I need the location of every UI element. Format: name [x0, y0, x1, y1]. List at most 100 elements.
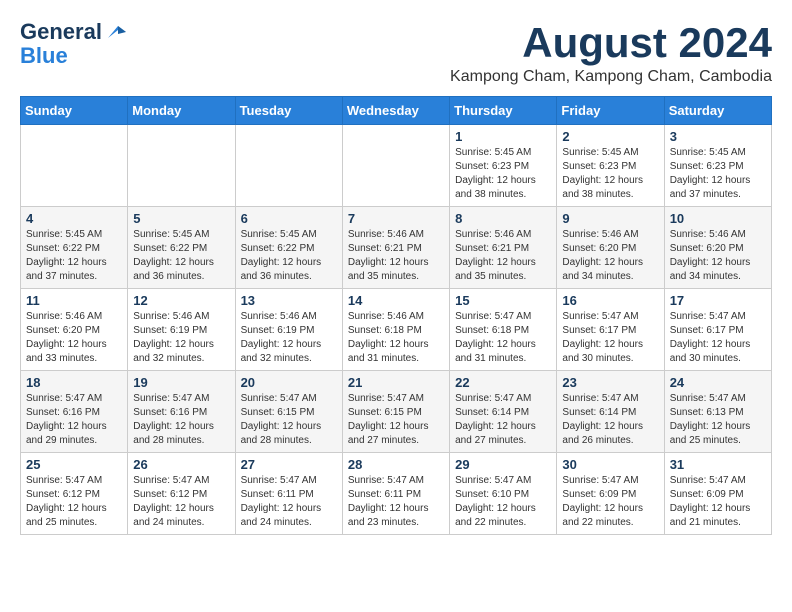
header-tuesday: Tuesday [235, 97, 342, 125]
day-number: 1 [455, 129, 551, 144]
day-number: 22 [455, 375, 551, 390]
calendar-cell: 7Sunrise: 5:46 AM Sunset: 6:21 PM Daylig… [342, 207, 449, 289]
day-number: 7 [348, 211, 444, 226]
day-number: 27 [241, 457, 337, 472]
calendar-cell: 11 Sunrise: 5:46 AM Sunset: 6:20 PM Dayli… [21, 289, 128, 371]
calendar-cell [235, 125, 342, 207]
day-number: 15 [455, 293, 551, 308]
calendar-table: SundayMondayTuesdayWednesdayThursdayFrid… [20, 96, 772, 535]
calendar-cell: 29 Sunrise: 5:47 AM Sunset: 6:10 PM Dayli… [450, 453, 557, 535]
day-info: Sunrise: 5:47 AM Sunset: 6:09 PM Dayligh… [670, 474, 766, 530]
calendar-cell [342, 125, 449, 207]
calendar-cell: 27 Sunrise: 5:47 AM Sunset: 6:11 PM Dayli… [235, 453, 342, 535]
calendar-cell: 13 Sunrise: 5:46 AM Sunset: 6:19 PM Dayli… [235, 289, 342, 371]
day-info: Sunrise: 5:47 AM Sunset: 6:11 PM Dayligh… [241, 474, 337, 530]
day-number: 21 [348, 375, 444, 390]
header-saturday: Saturday [664, 97, 771, 125]
day-number: 10 [670, 211, 766, 226]
day-number: 4 [26, 211, 122, 226]
day-info: Sunrise: 5:46 AM Sunset: 6:19 PM Dayligh… [241, 310, 337, 366]
day-info: Sunrise: 5:46 AM Sunset: 6:19 PM Dayligh… [133, 310, 229, 366]
day-number: 14 [348, 293, 444, 308]
calendar-body: 1 Sunrise: 5:45 AM Sunset: 6:23 PM Daylig… [21, 125, 772, 535]
day-info: Sunrise: 5:47 AM Sunset: 6:12 PM Dayligh… [26, 474, 122, 530]
day-info: Sunrise: 5:47 AM Sunset: 6:15 PM Dayligh… [348, 392, 444, 448]
calendar-cell [128, 125, 235, 207]
day-info: Sunrise: 5:46 AM Sunset: 6:20 PM Dayligh… [670, 228, 766, 284]
day-info: Sunrise: 5:47 AM Sunset: 6:15 PM Dayligh… [241, 392, 337, 448]
day-info: Sunrise: 5:45 AM Sunset: 6:23 PM Dayligh… [562, 146, 658, 202]
day-number: 3 [670, 129, 766, 144]
header: General Blue August 2024 Kampong Cham, K… [20, 20, 772, 86]
logo-general: General [20, 20, 102, 44]
day-number: 25 [26, 457, 122, 472]
logo-blue: Blue [20, 44, 68, 68]
calendar-cell: 16Sunrise: 5:47 AM Sunset: 6:17 PM Dayli… [557, 289, 664, 371]
day-number: 26 [133, 457, 229, 472]
calendar-cell: 26 Sunrise: 5:47 AM Sunset: 6:12 PM Dayli… [128, 453, 235, 535]
calendar-cell: 18Sunrise: 5:47 AM Sunset: 6:16 PM Dayli… [21, 371, 128, 453]
day-number: 31 [670, 457, 766, 472]
day-number: 20 [241, 375, 337, 390]
day-info: Sunrise: 5:46 AM Sunset: 6:18 PM Dayligh… [348, 310, 444, 366]
week-row-2: 4Sunrise: 5:45 AM Sunset: 6:22 PM Daylig… [21, 207, 772, 289]
calendar-cell: 28 Sunrise: 5:47 AM Sunset: 6:11 PM Dayli… [342, 453, 449, 535]
day-info: Sunrise: 5:46 AM Sunset: 6:21 PM Dayligh… [455, 228, 551, 284]
calendar-cell [21, 125, 128, 207]
calendar-cell: 19 Sunrise: 5:47 AM Sunset: 6:16 PM Dayli… [128, 371, 235, 453]
day-info: Sunrise: 5:47 AM Sunset: 6:18 PM Dayligh… [455, 310, 551, 366]
day-info: Sunrise: 5:47 AM Sunset: 6:16 PM Dayligh… [133, 392, 229, 448]
day-number: 13 [241, 293, 337, 308]
header-sunday: Sunday [21, 97, 128, 125]
header-monday: Monday [128, 97, 235, 125]
day-number: 2 [562, 129, 658, 144]
day-number: 6 [241, 211, 337, 226]
day-info: Sunrise: 5:47 AM Sunset: 6:10 PM Dayligh… [455, 474, 551, 530]
day-number: 11 [26, 293, 122, 308]
day-info: Sunrise: 5:47 AM Sunset: 6:14 PM Dayligh… [455, 392, 551, 448]
header-wednesday: Wednesday [342, 97, 449, 125]
logo-bird-icon [104, 24, 126, 40]
calendar-cell: 6Sunrise: 5:45 AM Sunset: 6:22 PM Daylig… [235, 207, 342, 289]
day-number: 8 [455, 211, 551, 226]
calendar-cell: 24 Sunrise: 5:47 AM Sunset: 6:13 PM Dayli… [664, 371, 771, 453]
day-info: Sunrise: 5:47 AM Sunset: 6:14 PM Dayligh… [562, 392, 658, 448]
logo: General Blue [20, 20, 126, 68]
calendar-cell: 10 Sunrise: 5:46 AM Sunset: 6:20 PM Dayli… [664, 207, 771, 289]
calendar-cell: 8 Sunrise: 5:46 AM Sunset: 6:21 PM Daylig… [450, 207, 557, 289]
day-number: 29 [455, 457, 551, 472]
week-row-5: 25 Sunrise: 5:47 AM Sunset: 6:12 PM Dayli… [21, 453, 772, 535]
calendar-cell: 9 Sunrise: 5:46 AM Sunset: 6:20 PM Daylig… [557, 207, 664, 289]
day-info: Sunrise: 5:47 AM Sunset: 6:09 PM Dayligh… [562, 474, 658, 530]
day-number: 19 [133, 375, 229, 390]
calendar-cell: 2 Sunrise: 5:45 AM Sunset: 6:23 PM Daylig… [557, 125, 664, 207]
week-row-4: 18 Sunrise: 5:47 AM Sunset: 6:16 PM Dayli… [21, 371, 772, 453]
calendar-cell: 21 Sunrise: 5:47 AM Sunset: 6:15 PM Dayli… [342, 371, 449, 453]
calendar-cell: 30 Sunrise: 5:47 AM Sunset: 6:09 PM Dayli… [557, 453, 664, 535]
calendar-cell: 25 Sunrise: 5:47 AM Sunset: 6:12 PM Dayli… [21, 453, 128, 535]
calendar-cell: 12Sunrise: 5:46 AM Sunset: 6:19 PM Dayli… [128, 289, 235, 371]
day-info: Sunrise: 5:46 AM Sunset: 6:20 PM Dayligh… [26, 310, 122, 366]
day-number: 17 [670, 293, 766, 308]
calendar-cell: 4Sunrise: 5:45 AM Sunset: 6:22 PM Daylig… [21, 207, 128, 289]
day-number: 28 [348, 457, 444, 472]
calendar-cell: 1Sunrise: 5:45 AM Sunset: 6:23 PM Daylig… [450, 125, 557, 207]
header-thursday: Thursday [450, 97, 557, 125]
day-info: Sunrise: 5:47 AM Sunset: 6:17 PM Dayligh… [562, 310, 658, 366]
calendar-cell: 14 Sunrise: 5:46 AM Sunset: 6:18 PM Dayli… [342, 289, 449, 371]
day-info: Sunrise: 5:47 AM Sunset: 6:17 PM Dayligh… [670, 310, 766, 366]
header-friday: Friday [557, 97, 664, 125]
calendar-header-row: SundayMondayTuesdayWednesdayThursdayFrid… [21, 97, 772, 125]
calendar-cell: 31 Sunrise: 5:47 AM Sunset: 6:09 PM Dayli… [664, 453, 771, 535]
day-info: Sunrise: 5:47 AM Sunset: 6:13 PM Dayligh… [670, 392, 766, 448]
day-number: 30 [562, 457, 658, 472]
day-info: Sunrise: 5:47 AM Sunset: 6:11 PM Dayligh… [348, 474, 444, 530]
day-number: 18 [26, 375, 122, 390]
day-info: Sunrise: 5:45 AM Sunset: 6:23 PM Dayligh… [670, 146, 766, 202]
day-number: 9 [562, 211, 658, 226]
week-row-1: 1 Sunrise: 5:45 AM Sunset: 6:23 PM Daylig… [21, 125, 772, 207]
day-number: 24 [670, 375, 766, 390]
day-info: Sunrise: 5:47 AM Sunset: 6:12 PM Dayligh… [133, 474, 229, 530]
day-number: 23 [562, 375, 658, 390]
day-info: Sunrise: 5:46 AM Sunset: 6:20 PM Dayligh… [562, 228, 658, 284]
